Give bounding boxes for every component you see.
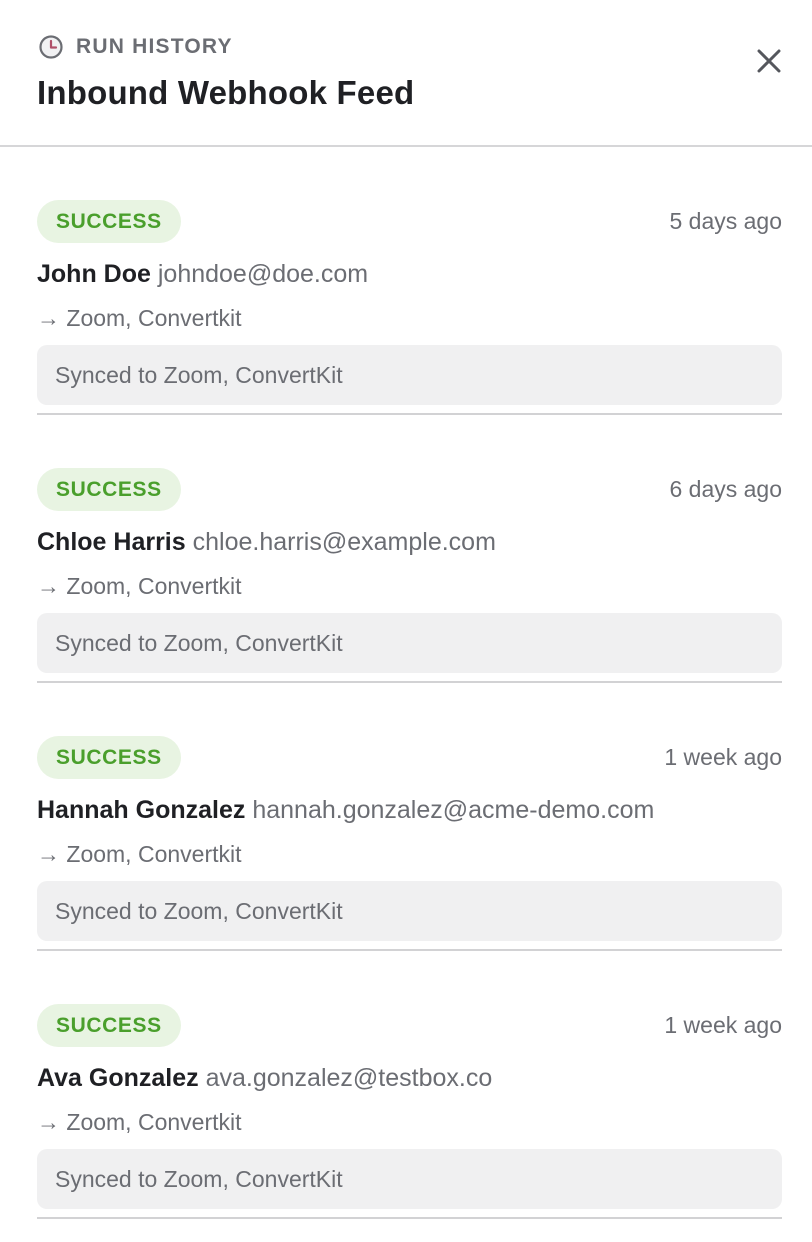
close-icon[interactable] <box>756 48 782 74</box>
destinations: → Zoom, Convertkit <box>37 1109 242 1135</box>
contact-line: Ava Gonzalez ava.gonzalez@testbox.co <box>37 1064 492 1093</box>
result-message: Synced to Zoom, ConvertKit <box>37 613 782 673</box>
run-timestamp: 5 days ago <box>669 208 782 234</box>
clock-icon <box>38 34 64 60</box>
run-item[interactable]: SUCCESS 1 week ago Hannah Gonzalez hanna… <box>37 683 782 951</box>
run-history-eyebrow: RUN HISTORY <box>38 34 233 60</box>
eyebrow-label: RUN HISTORY <box>76 35 233 58</box>
contact-name: Ava Gonzalez <box>37 1064 199 1092</box>
panel-header: RUN HISTORY Inbound Webhook Feed <box>0 0 812 147</box>
contact-email: johndoe@doe.com <box>157 260 369 288</box>
contact-name: John Doe <box>37 260 151 288</box>
contact-name: Chloe Harris <box>37 528 186 556</box>
contact-line: John Doe johndoe@doe.com <box>37 260 368 289</box>
run-item[interactable]: SUCCESS 6 days ago Chloe Harris chloe.ha… <box>37 415 782 683</box>
contact-line: Chloe Harris chloe.harris@example.com <box>37 528 496 557</box>
run-timestamp: 1 week ago <box>664 744 782 770</box>
destinations: → Zoom, Convertkit <box>37 573 242 599</box>
run-item[interactable]: SUCCESS 5 days ago John Doe johndoe@doe.… <box>37 147 782 415</box>
status-badge: SUCCESS <box>37 736 181 779</box>
destinations: → Zoom, Convertkit <box>37 841 242 867</box>
contact-name: Hannah Gonzalez <box>37 796 246 824</box>
run-item[interactable]: SUCCESS 1 week ago Ava Gonzalez ava.gonz… <box>37 951 782 1219</box>
close-button[interactable] <box>752 44 786 78</box>
result-message: Synced to Zoom, ConvertKit <box>37 1149 782 1209</box>
contact-line: Hannah Gonzalez hannah.gonzalez@acme-dem… <box>37 796 654 825</box>
run-timestamp: 6 days ago <box>669 476 782 502</box>
result-message: Synced to Zoom, ConvertKit <box>37 345 782 405</box>
result-message: Synced to Zoom, ConvertKit <box>37 881 782 941</box>
page-title: Inbound Webhook Feed <box>37 74 415 111</box>
run-feed: SUCCESS 5 days ago John Doe johndoe@doe.… <box>0 147 812 1219</box>
status-badge: SUCCESS <box>37 1004 181 1047</box>
contact-email: hannah.gonzalez@acme-demo.com <box>252 796 655 824</box>
status-badge: SUCCESS <box>37 200 181 243</box>
contact-email: chloe.harris@example.com <box>192 528 496 556</box>
status-badge: SUCCESS <box>37 468 181 511</box>
destinations: → Zoom, Convertkit <box>37 305 242 331</box>
run-timestamp: 1 week ago <box>664 1012 782 1038</box>
contact-email: ava.gonzalez@testbox.co <box>205 1064 493 1092</box>
